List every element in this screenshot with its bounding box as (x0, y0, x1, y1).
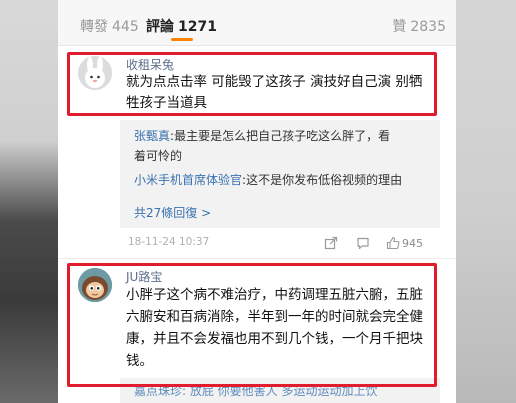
like-count: 945 (402, 237, 423, 250)
tab-comments-label: 評論 (146, 19, 174, 35)
highlight-box (67, 52, 437, 116)
comment-divider (58, 258, 456, 259)
tab-likes-count: 2835 (410, 19, 446, 35)
tab-likes-label: 贊 (392, 19, 407, 35)
reply-text: 这不是你发布低俗视频的理由 (246, 173, 403, 187)
tab-bar: 轉發 445 評論 1271 贊 2835 (58, 0, 456, 46)
share-icon[interactable] (324, 236, 338, 250)
highlight-box (67, 263, 437, 387)
more-replies-link[interactable]: 共27條回復 > (134, 204, 211, 221)
like-icon[interactable] (386, 236, 400, 250)
reply-username[interactable]: 小米手机首席体验官 (134, 173, 242, 187)
reply-item[interactable]: 小米手机首席体验官:这不是你发布低俗视频的理由 (134, 170, 402, 190)
tab-repost-label: 轉發 (80, 19, 108, 35)
background-blur-right (456, 0, 516, 403)
comment-meta: 18-11-24 10:37 945 (128, 236, 440, 252)
reply-username[interactable]: 张甄真 (134, 129, 170, 143)
reply-thread[interactable]: 张甄真:最主要是怎么把自己孩子吃这么胖了，看 着可怜的 小米手机首席体验官:这不… (120, 120, 440, 228)
tab-comments[interactable]: 評論 1271 (146, 16, 217, 36)
tab-repost-count: 445 (112, 19, 139, 35)
comment-timestamp: 18-11-24 10:37 (128, 236, 210, 248)
reply-text: 最主要是怎么把自己孩子吃这么胖了，看 (174, 129, 391, 143)
active-tab-indicator (171, 38, 193, 41)
tab-repost[interactable]: 轉發 445 (80, 16, 139, 36)
reply-item[interactable]: 张甄真:最主要是怎么把自己孩子吃这么胖了，看 (134, 126, 390, 146)
tab-likes[interactable]: 贊 2835 (392, 16, 446, 36)
reply-text-continuation: 着可怜的 (134, 149, 183, 163)
background-blur-left (0, 0, 58, 403)
comment-icon[interactable] (356, 236, 370, 250)
tab-comments-count: 1271 (178, 19, 217, 35)
